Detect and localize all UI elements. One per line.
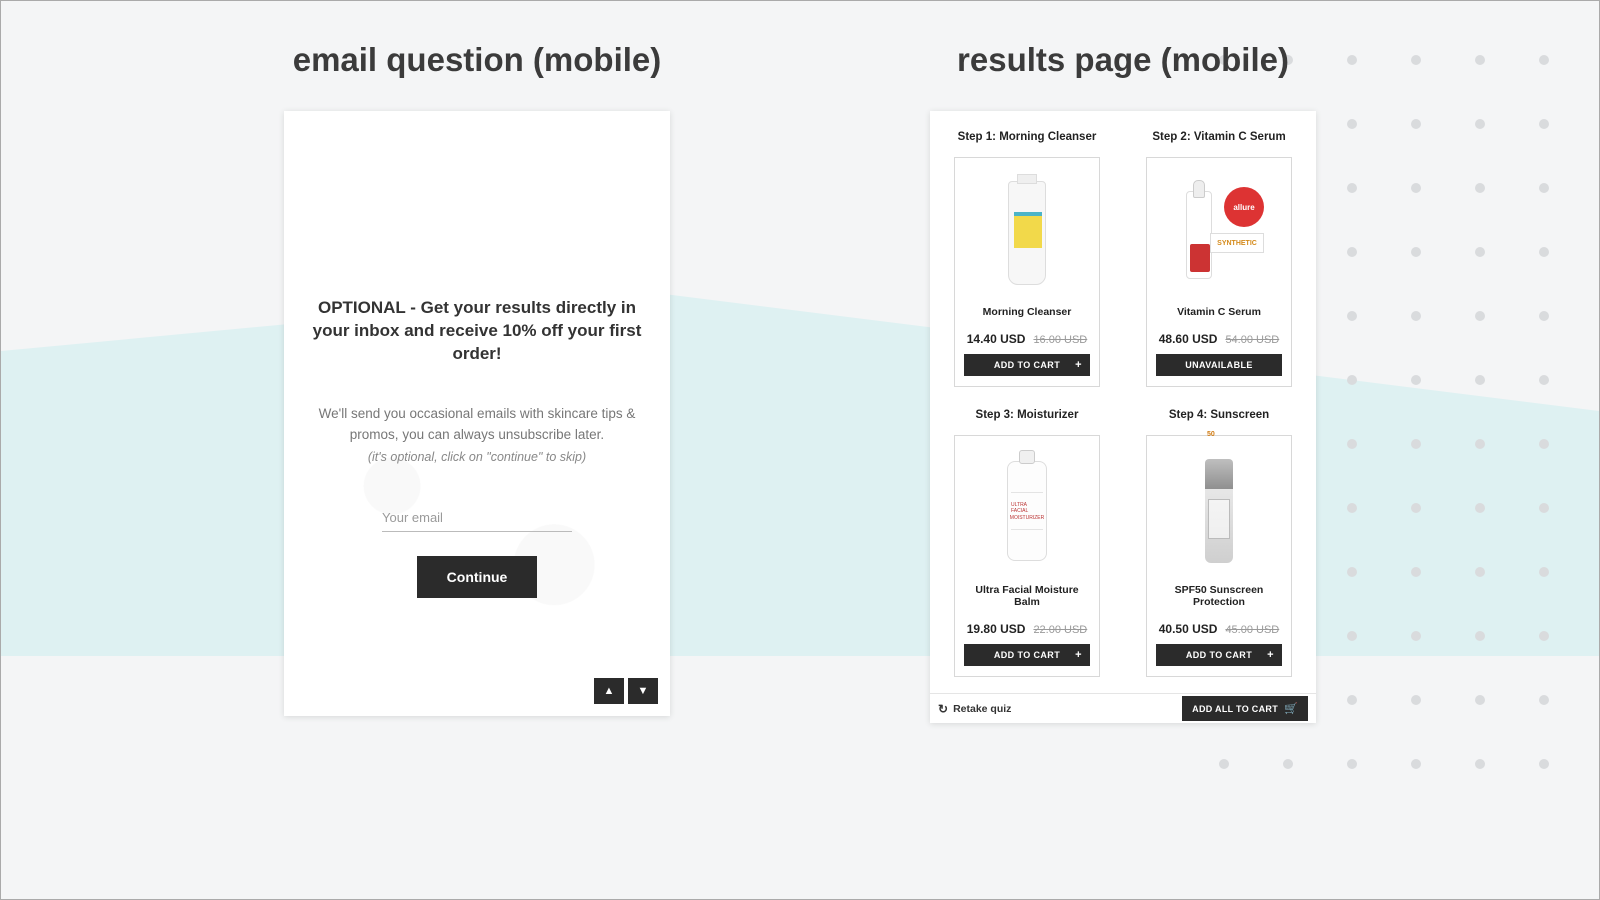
product-image: [965, 168, 1089, 298]
synthetic-tag: SYNTHETIC: [1210, 233, 1264, 253]
add-to-cart-button[interactable]: ADD TO CART +: [1156, 644, 1282, 666]
column-email-question: email question (mobile) OPTIONAL - Get y…: [284, 41, 670, 899]
product-name: Morning Cleanser: [983, 306, 1072, 318]
product-card: allure SYNTHETIC Vitamin C Serum 48.60 U…: [1146, 157, 1292, 387]
price: 19.80 USD: [967, 622, 1026, 636]
nav-up-button[interactable]: ▲: [594, 678, 624, 704]
old-price: 16.00 USD: [1033, 334, 1087, 346]
continue-button[interactable]: Continue: [417, 556, 538, 598]
old-price: 22.00 USD: [1033, 624, 1087, 636]
results-footer: ↻ Retake quiz ADD ALL TO CART 🛒: [930, 693, 1316, 723]
step-label: Step 4: Sunscreen: [1169, 409, 1269, 421]
column-results: results page (mobile) Step 1: Morning Cl…: [930, 41, 1316, 899]
button-label: UNAVAILABLE: [1185, 360, 1253, 370]
result-step-2: Step 2: Vitamin C Serum allure SYNTHETIC…: [1140, 131, 1298, 387]
plus-icon: +: [1075, 649, 1082, 661]
unavailable-button[interactable]: UNAVAILABLE: [1156, 354, 1282, 376]
plus-icon: +: [1267, 649, 1274, 661]
add-to-cart-button[interactable]: ADD TO CART +: [964, 354, 1090, 376]
price-row: 40.50 USD 45.00 USD: [1159, 622, 1280, 636]
email-hint: (it's optional, click on "continue" to s…: [368, 450, 586, 464]
price: 40.50 USD: [1159, 622, 1218, 636]
cleanser-tube-icon: [1008, 181, 1046, 285]
add-all-label: ADD ALL TO CART: [1192, 704, 1278, 714]
step-label: Step 2: Vitamin C Serum: [1152, 131, 1285, 143]
product-name: Ultra Facial Moisture Balm: [965, 584, 1089, 608]
button-label: ADD TO CART: [1186, 650, 1252, 660]
step-label: Step 1: Morning Cleanser: [958, 131, 1097, 143]
price-row: 48.60 USD 54.00 USD: [1159, 332, 1280, 346]
plus-icon: +: [1075, 359, 1082, 371]
product-card: 50 SPF50 Sunscreen Protection 40.50 USD …: [1146, 435, 1292, 677]
email-question-screen: OPTIONAL - Get your results directly in …: [284, 111, 670, 716]
moisturizer-bottle-icon: ULTRA FACIAL MOISTURIZER: [1007, 461, 1047, 561]
product-name: Vitamin C Serum: [1177, 306, 1261, 318]
add-to-cart-button[interactable]: ADD TO CART +: [964, 644, 1090, 666]
product-image: allure SYNTHETIC: [1157, 168, 1281, 298]
add-all-to-cart-button[interactable]: ADD ALL TO CART 🛒: [1182, 696, 1308, 721]
nav-arrows: ▲ ▼: [594, 678, 658, 704]
button-label: ADD TO CART: [994, 360, 1060, 370]
column-title-right: results page (mobile): [957, 41, 1289, 79]
price-row: 19.80 USD 22.00 USD: [967, 622, 1088, 636]
retake-quiz-link[interactable]: ↻ Retake quiz: [938, 702, 1011, 716]
serum-bottle-icon: allure SYNTHETIC: [1174, 181, 1264, 285]
price: 14.40 USD: [967, 332, 1026, 346]
price: 48.60 USD: [1159, 332, 1218, 346]
email-input[interactable]: [382, 504, 572, 532]
award-badge-icon: allure: [1224, 187, 1264, 227]
step-label: Step 3: Moisturizer: [976, 409, 1079, 421]
column-title-left: email question (mobile): [293, 41, 662, 79]
product-name: SPF50 Sunscreen Protection: [1157, 584, 1281, 608]
product-image: 50: [1157, 446, 1281, 576]
button-label: ADD TO CART: [994, 650, 1060, 660]
retake-label: Retake quiz: [953, 703, 1011, 715]
result-step-4: Step 4: Sunscreen 50 SPF50 Sunscreen Pro…: [1140, 409, 1298, 677]
nav-down-button[interactable]: ▼: [628, 678, 658, 704]
result-step-3: Step 3: Moisturizer ULTRA FACIAL MOISTUR…: [948, 409, 1106, 677]
email-headline: OPTIONAL - Get your results directly in …: [302, 297, 652, 366]
email-subtext: We'll send you occasional emails with sk…: [302, 404, 652, 446]
price-row: 14.40 USD 16.00 USD: [967, 332, 1088, 346]
product-card: ULTRA FACIAL MOISTURIZER Ultra Facial Mo…: [954, 435, 1100, 677]
refresh-icon: ↻: [938, 702, 948, 716]
sunscreen-tube-icon: 50: [1205, 459, 1233, 563]
product-image: ULTRA FACIAL MOISTURIZER: [965, 446, 1089, 576]
cart-icon: 🛒: [1284, 702, 1298, 715]
old-price: 45.00 USD: [1225, 624, 1279, 636]
product-card: Morning Cleanser 14.40 USD 16.00 USD ADD…: [954, 157, 1100, 387]
results-screen: Step 1: Morning Cleanser Morning Cleanse…: [930, 111, 1316, 723]
result-step-1: Step 1: Morning Cleanser Morning Cleanse…: [948, 131, 1106, 387]
old-price: 54.00 USD: [1225, 334, 1279, 346]
